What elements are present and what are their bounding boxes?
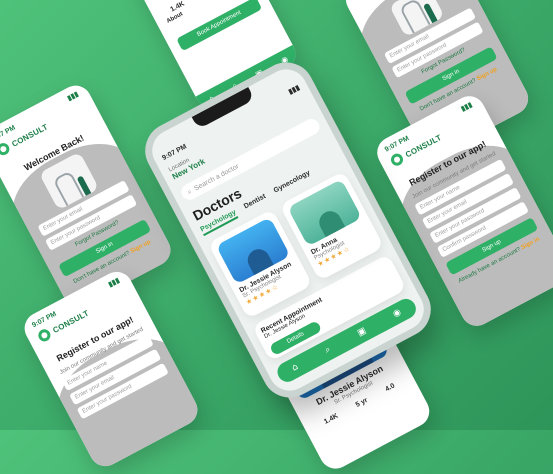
signal-icon: ▮▮▮ (287, 83, 301, 95)
stat-experience: 5 yr (355, 397, 369, 409)
bookmark-icon[interactable]: ▣ (356, 326, 368, 339)
stat-patients: 1.4K (323, 413, 339, 426)
phone-screen: 9:07 PM ▮▮▮ Location New York ⌕ Search a… (161, 83, 419, 385)
search-icon: ⌕ (186, 187, 194, 197)
home-icon[interactable]: ⌂ (290, 362, 300, 374)
brand-logo-icon (36, 327, 52, 343)
register-card-bottom-left: 9:07 PM ▮▮▮ CONSULT Register to our app!… (19, 266, 203, 471)
mockup-scene: Dr. Jessie Alyson Sr. Psychologist 1.4K … (0, 0, 553, 430)
stat-rating: 4.0 (384, 382, 396, 393)
login-card-left: 9:07 PM ▮▮▮ CONSULT Welcome Back! Enter … (0, 80, 176, 312)
profile-icon[interactable]: ◉ (391, 307, 403, 320)
search-icon[interactable]: ⌕ (323, 345, 332, 356)
brand-logo-icon (389, 152, 405, 168)
brand-logo-icon (0, 141, 11, 157)
